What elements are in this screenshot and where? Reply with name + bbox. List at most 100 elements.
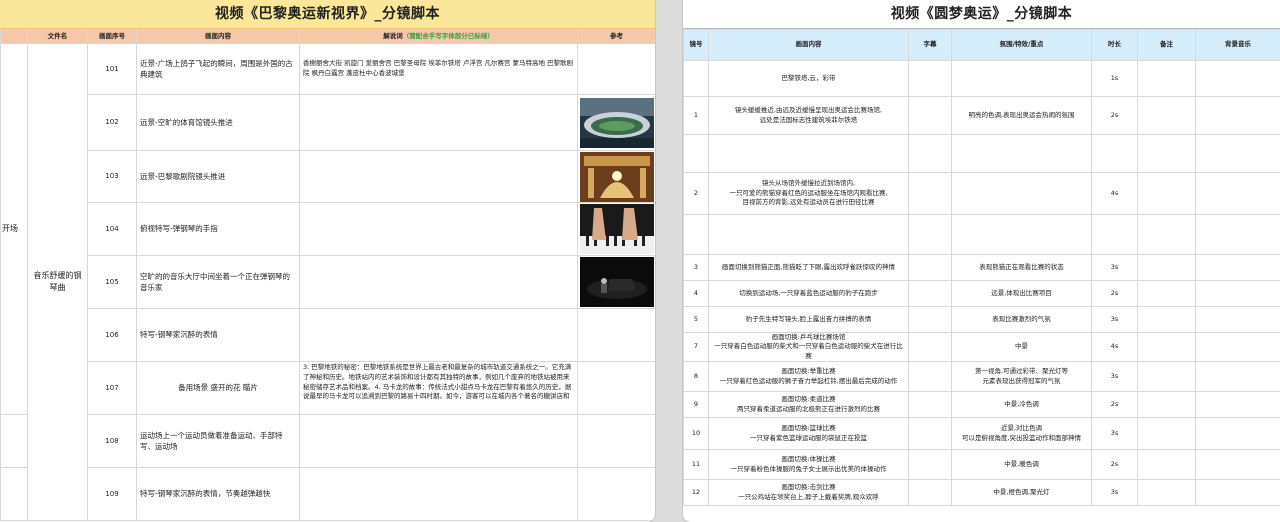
- shot-content: [708, 134, 909, 173]
- shot-duration: 4s: [1091, 331, 1138, 363]
- left-header-row: 文件名 画面序号 画面内容 解说词（需配合手写字体部分已标绿） 参考: [0, 29, 655, 44]
- table-row: 12 画面切换:击剑比赛 一只公鸡站在领奖台上,脖子上戴着奖牌,观众欢呼 中景,橙色…: [683, 479, 1280, 507]
- shot-no: 4: [683, 280, 709, 307]
- table-row: 10 画面切换:篮球比赛 一只穿着紫色篮球运动服的袋鼠正在投篮 近景,对比色调 可以…: [683, 417, 1280, 451]
- reference-thumb-piano-hands: [577, 202, 655, 256]
- reference-empty: [577, 308, 655, 362]
- table-row: 103 远景-巴黎歌剧院镜头推进: [1, 150, 655, 203]
- reference-thumb-pianist: [577, 255, 655, 309]
- shot-content: 画面切换:体操比赛 一只穿着粉色体操服的兔子女士展示出优美的体操动作: [708, 449, 909, 481]
- shot-mood: 表现比赛激烈的气氛: [951, 306, 1092, 333]
- table-row: 8 画面切换:举重比赛 一只穿着红色运动服的狮子奋力举起杠铃,摆出最后完成的动作 第…: [683, 361, 1280, 393]
- right-header-row: 镜号 画面内容 字幕 氛围/特效/重点 时长 备注 背景音乐: [683, 29, 1280, 61]
- shot-no: 108: [87, 414, 137, 468]
- right-table-body: 巴黎铁塔,云，彩带 1s 1 镜头缓缓推近,由远及近缓慢呈现出奥运会比赛场馆, 远处是…: [683, 60, 1280, 507]
- left-doc-title: 视频《巴黎奥运新视界》_分镜脚本: [0, 0, 655, 29]
- stadium-thumbnail: [579, 97, 654, 148]
- shot-remarks: [1137, 280, 1196, 307]
- shot-narration: 3. 巴黎地铁的秘密：巴黎地铁系统是世界上最古老和最复杂的城市轨道交通系统之一。…: [299, 361, 578, 415]
- shot-narration: [299, 467, 578, 521]
- shot-content: 特写-钢琴家沉醉的表情: [136, 308, 300, 362]
- shot-no: 7: [683, 331, 709, 363]
- shot-caption: [908, 331, 952, 363]
- header-mood: 氛围/特效/重点: [951, 29, 1092, 61]
- reference-thumb-opera: [577, 150, 655, 203]
- shot-content: 近景-广场上鸽子飞起的瞬间，周围是外国的古典建筑: [136, 43, 300, 95]
- shot-duration: 2s: [1091, 96, 1138, 135]
- shot-bgm: [1195, 361, 1280, 393]
- shot-mood: 中景: [951, 331, 1092, 363]
- shot-mood: 远景,体现出比赛项目: [951, 280, 1092, 307]
- table-row: 1 镜头缓缓推近,由远及近缓慢呈现出奥运会比赛场馆, 远处是法国标志性建筑埃菲尔铁…: [683, 96, 1280, 135]
- shot-caption: [908, 172, 952, 215]
- shot-content: 镜头缓缓推近,由远及近缓慢呈现出奥运会比赛场馆, 远处是法国标志性建筑埃菲尔铁塔: [708, 96, 909, 135]
- shot-remarks: [1137, 214, 1196, 255]
- narration-text: 3. 巴黎地铁的秘密：巴黎地铁系统是世界上最古老和最复杂的城市轨道交通系统之一。…: [303, 363, 572, 401]
- shot-caption: [908, 254, 952, 281]
- shot-narration: [299, 414, 578, 468]
- table-row: [683, 214, 1280, 255]
- music-label: 音乐舒缓的钢琴曲: [33, 271, 82, 292]
- shot-remarks: [1137, 254, 1196, 281]
- header-shot-no: 画面序号: [87, 29, 137, 44]
- shot-remarks: [1137, 361, 1196, 393]
- shot-caption: [908, 391, 952, 419]
- shot-duration: [1091, 134, 1138, 173]
- table-row: 7 画面切换:乒乓球比赛场馆 一只穿着白色运动服的柴犬和一只穿着白色运动服的柴犬在…: [683, 331, 1280, 363]
- reference-empty: [577, 414, 655, 468]
- storyboard-right-panel: 视频《圆梦奥运》_分镜脚本 镜号 画面内容 字幕 氛围/特效/重点 时长 备注 …: [683, 0, 1280, 522]
- header-bgm: 背景音乐: [1195, 29, 1280, 61]
- shot-mood: 表现熊猫正在观看比赛的状态: [951, 254, 1092, 281]
- shot-content: 画面切换到熊猫正面,熊猫眨了下眼,露出欢呼雀跃惊叹的神情: [708, 254, 909, 281]
- shot-remarks: [1137, 134, 1196, 173]
- section-label: 开场: [2, 224, 18, 234]
- reference-empty: [577, 361, 655, 415]
- header-caption: 字幕: [908, 29, 952, 61]
- shot-caption: [908, 361, 952, 393]
- shot-narration: [299, 202, 578, 256]
- shot-no: 109: [87, 467, 137, 521]
- table-row: [683, 134, 1280, 173]
- shot-mood: 近景,对比色调 可以是俯视角度,突出投篮动作和面部神情: [951, 417, 1092, 451]
- shot-remarks: [1137, 96, 1196, 135]
- table-row: 11 画面切换:体操比赛 一只穿着粉色体操服的兔子女士展示出优美的体操动作 中景,暖…: [683, 449, 1280, 481]
- shot-content: 远景-空旷的体育馆镜头推进: [136, 94, 300, 151]
- shot-remarks: [1137, 417, 1196, 451]
- shot-bgm: [1195, 172, 1280, 215]
- table-row: 2 镜头从场馆外缓慢拉近到场馆内, 一只可爱的熊猫穿着红色的运动服坐在场馆内观看比…: [683, 172, 1280, 215]
- shot-no: 3: [683, 254, 709, 281]
- header-narration: 解说词（需配合手写字体部分已标绿）: [299, 29, 578, 44]
- table-row: 102 远景-空旷的体育馆镜头推进: [1, 94, 655, 151]
- table-row: 108 运动场上一个运动员做着准备运动、手部特写、运动场: [0, 414, 655, 468]
- shot-mood: 明亮的色调,表现出奥运会热闹的氛围: [951, 96, 1092, 135]
- shot-content: 画面切换:乒乓球比赛场馆 一只穿着白色运动服的柴犬和一只穿着白色运动服的柴犬在进…: [708, 331, 909, 363]
- shot-duration: 3s: [1091, 306, 1138, 333]
- reference-thumb-stadium: [577, 94, 655, 151]
- shot-caption: [908, 479, 952, 507]
- shot-no: 10: [683, 417, 709, 451]
- shot-content: 镜头从场馆外缓慢拉近到场馆内, 一只可爱的熊猫穿着红色的运动服坐在场馆内观看比赛…: [708, 172, 909, 215]
- table-row: 104 俯视特写-弹钢琴的手指: [1, 202, 655, 256]
- shot-mood: 第一视角,可通过彩带、聚光灯等 元素表现出获得冠军的气氛: [951, 361, 1092, 393]
- table-row: 106 特写-钢琴家沉醉的表情: [1, 308, 655, 362]
- shot-no: 8: [683, 361, 709, 393]
- header-blank: [0, 29, 28, 44]
- shot-narration: [299, 94, 578, 151]
- shot-caption: [908, 134, 952, 173]
- table-row: 9 画面切换:柔道比赛 两只穿着柔道运动服的北极熊正在进行激烈的比赛 中景,冷色调 2…: [683, 391, 1280, 419]
- shot-no: 103: [87, 150, 137, 203]
- shot-no: [683, 214, 709, 255]
- header-filename: 文件名: [27, 29, 88, 44]
- pianist-thumbnail: [579, 257, 654, 307]
- shot-content: 画面切换:击剑比赛 一只公鸡站在领奖台上,脖子上戴着奖牌,观众欢呼: [708, 479, 909, 507]
- shot-bgm: [1195, 280, 1280, 307]
- shot-no: 106: [87, 308, 137, 362]
- shot-bgm: [1195, 449, 1280, 481]
- shot-caption: [908, 280, 952, 307]
- shot-content: [708, 214, 909, 255]
- shot-content: 豹子先生特写镜头,脸上露出奋力拼搏的表情: [708, 306, 909, 333]
- shot-caption: [908, 60, 952, 97]
- shot-remarks: [1137, 306, 1196, 333]
- table-row: 4 切换到运动场,一只穿着蓝色运动服的豹子在跑步 远景,体现出比赛项目 2s: [683, 280, 1280, 307]
- shot-bgm: [1195, 331, 1280, 363]
